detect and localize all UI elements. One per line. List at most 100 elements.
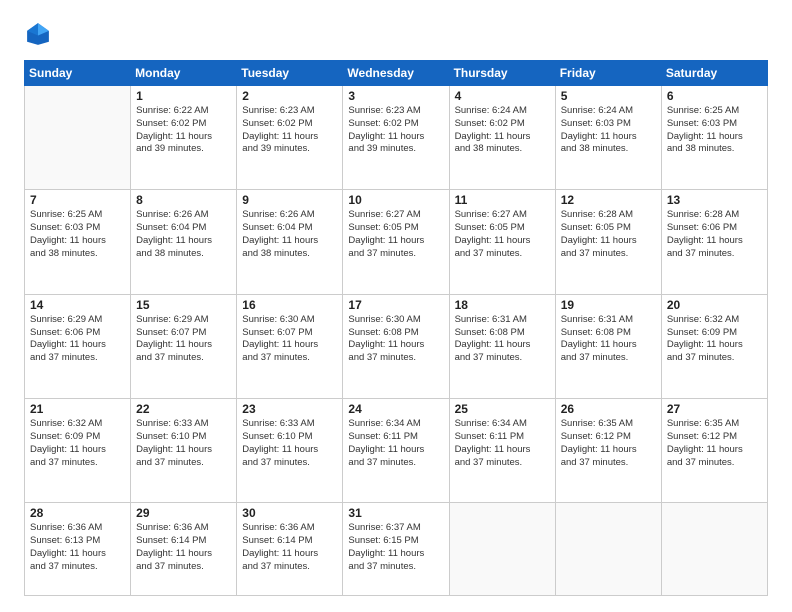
calendar-cell: 22Sunrise: 6:33 AM Sunset: 6:10 PM Dayli… [131, 399, 237, 503]
cell-text: Sunrise: 6:31 AM Sunset: 6:08 PM Dayligh… [561, 314, 656, 365]
calendar-day-header: Monday [131, 61, 237, 86]
calendar-cell: 5 Sunrise: 6:24 AM Sunset: 6:03 PM Daylig… [555, 86, 661, 190]
calendar-cell: 1 Sunrise: 6:22 AM Sunset: 6:02 PM Daylig… [131, 86, 237, 190]
calendar-cell: 11 Sunrise: 6:27 AM Sunset: 6:05 PM Dayli… [449, 190, 555, 294]
day-number: 17 [348, 298, 443, 312]
page: SundayMondayTuesdayWednesdayThursdayFrid… [0, 0, 792, 612]
calendar-cell: 14Sunrise: 6:29 AM Sunset: 6:06 PM Dayli… [25, 294, 131, 398]
day-number: 11 [455, 193, 550, 207]
calendar-cell [661, 503, 767, 596]
calendar-cell: 25 Sunrise: 6:34 AM Sunset: 6:11 PM Dayli… [449, 399, 555, 503]
calendar-cell: 24Sunrise: 6:34 AM Sunset: 6:11 PM Dayli… [343, 399, 449, 503]
calendar-day-header: Tuesday [237, 61, 343, 86]
cell-text: Sunrise: 6:36 AM Sunset: 6:13 PM Dayligh… [30, 522, 125, 573]
calendar-cell: 21Sunrise: 6:32 AM Sunset: 6:09 PM Dayli… [25, 399, 131, 503]
cell-text: Sunrise: 6:26 AM Sunset: 6:04 PM Dayligh… [242, 209, 337, 260]
cell-text: Sunrise: 6:31 AM Sunset: 6:08 PM Dayligh… [455, 314, 550, 365]
cell-text: Sunrise: 6:37 AM Sunset: 6:15 PM Dayligh… [348, 522, 443, 573]
day-number: 13 [667, 193, 762, 207]
calendar-cell: 29 Sunrise: 6:36 AM Sunset: 6:14 PM Dayli… [131, 503, 237, 596]
calendar-cell: 9 Sunrise: 6:26 AM Sunset: 6:04 PM Daylig… [237, 190, 343, 294]
cell-text: Sunrise: 6:32 AM Sunset: 6:09 PM Dayligh… [667, 314, 762, 365]
cell-text: Sunrise: 6:24 AM Sunset: 6:03 PM Dayligh… [561, 105, 656, 156]
calendar-cell: 18 Sunrise: 6:31 AM Sunset: 6:08 PM Dayli… [449, 294, 555, 398]
calendar-cell: 28 Sunrise: 6:36 AM Sunset: 6:13 PM Dayli… [25, 503, 131, 596]
header [24, 20, 768, 48]
day-number: 16 [242, 298, 337, 312]
day-number: 10 [348, 193, 443, 207]
cell-text: Sunrise: 6:33 AM Sunset: 6:10 PM Dayligh… [242, 418, 337, 469]
logo [24, 20, 56, 48]
cell-text: Sunrise: 6:34 AM Sunset: 6:11 PM Dayligh… [455, 418, 550, 469]
day-number: 19 [561, 298, 656, 312]
day-number: 25 [455, 402, 550, 416]
cell-text: Sunrise: 6:27 AM Sunset: 6:05 PM Dayligh… [455, 209, 550, 260]
day-number: 1 [136, 89, 231, 103]
calendar-cell: 27 Sunrise: 6:35 AM Sunset: 6:12 PM Dayli… [661, 399, 767, 503]
day-number: 6 [667, 89, 762, 103]
calendar-day-header: Thursday [449, 61, 555, 86]
calendar-cell: 17 Sunrise: 6:30 AM Sunset: 6:08 PM Dayli… [343, 294, 449, 398]
calendar-cell: 31 Sunrise: 6:37 AM Sunset: 6:15 PM Dayli… [343, 503, 449, 596]
day-number: 12 [561, 193, 656, 207]
calendar-cell: 7Sunrise: 6:25 AM Sunset: 6:03 PM Daylig… [25, 190, 131, 294]
cell-text: Sunrise: 6:36 AM Sunset: 6:14 PM Dayligh… [136, 522, 231, 573]
cell-text: Sunrise: 6:30 AM Sunset: 6:07 PM Dayligh… [242, 314, 337, 365]
calendar-cell: 10 Sunrise: 6:27 AM Sunset: 6:05 PM Dayli… [343, 190, 449, 294]
cell-text: Sunrise: 6:25 AM Sunset: 6:03 PM Dayligh… [30, 209, 125, 260]
calendar-week-row: 21Sunrise: 6:32 AM Sunset: 6:09 PM Dayli… [25, 399, 768, 503]
day-number: 27 [667, 402, 762, 416]
calendar-cell [25, 86, 131, 190]
calendar-cell: 3Sunrise: 6:23 AM Sunset: 6:02 PM Daylig… [343, 86, 449, 190]
day-number: 21 [30, 402, 125, 416]
calendar-cell [555, 503, 661, 596]
calendar-cell: 6 Sunrise: 6:25 AM Sunset: 6:03 PM Daylig… [661, 86, 767, 190]
cell-text: Sunrise: 6:26 AM Sunset: 6:04 PM Dayligh… [136, 209, 231, 260]
day-number: 5 [561, 89, 656, 103]
day-number: 3 [348, 89, 443, 103]
calendar-day-header: Sunday [25, 61, 131, 86]
cell-text: Sunrise: 6:34 AM Sunset: 6:11 PM Dayligh… [348, 418, 443, 469]
day-number: 20 [667, 298, 762, 312]
calendar-cell: 2 Sunrise: 6:23 AM Sunset: 6:02 PM Daylig… [237, 86, 343, 190]
calendar-day-header: Wednesday [343, 61, 449, 86]
calendar-cell: 13Sunrise: 6:28 AM Sunset: 6:06 PM Dayli… [661, 190, 767, 294]
logo-icon [24, 20, 52, 48]
calendar-day-header: Friday [555, 61, 661, 86]
calendar-cell: 19 Sunrise: 6:31 AM Sunset: 6:08 PM Dayli… [555, 294, 661, 398]
day-number: 14 [30, 298, 125, 312]
cell-text: Sunrise: 6:35 AM Sunset: 6:12 PM Dayligh… [667, 418, 762, 469]
cell-text: Sunrise: 6:36 AM Sunset: 6:14 PM Dayligh… [242, 522, 337, 573]
day-number: 23 [242, 402, 337, 416]
cell-text: Sunrise: 6:24 AM Sunset: 6:02 PM Dayligh… [455, 105, 550, 156]
day-number: 15 [136, 298, 231, 312]
day-number: 26 [561, 402, 656, 416]
day-number: 18 [455, 298, 550, 312]
cell-text: Sunrise: 6:29 AM Sunset: 6:07 PM Dayligh… [136, 314, 231, 365]
calendar-day-header: Saturday [661, 61, 767, 86]
day-number: 9 [242, 193, 337, 207]
day-number: 29 [136, 506, 231, 520]
cell-text: Sunrise: 6:25 AM Sunset: 6:03 PM Dayligh… [667, 105, 762, 156]
cell-text: Sunrise: 6:22 AM Sunset: 6:02 PM Dayligh… [136, 105, 231, 156]
calendar-table: SundayMondayTuesdayWednesdayThursdayFrid… [24, 60, 768, 596]
calendar-cell: 26 Sunrise: 6:35 AM Sunset: 6:12 PM Dayli… [555, 399, 661, 503]
calendar-cell [449, 503, 555, 596]
cell-text: Sunrise: 6:28 AM Sunset: 6:05 PM Dayligh… [561, 209, 656, 260]
calendar-cell: 4 Sunrise: 6:24 AM Sunset: 6:02 PM Daylig… [449, 86, 555, 190]
calendar-week-row: 14Sunrise: 6:29 AM Sunset: 6:06 PM Dayli… [25, 294, 768, 398]
cell-text: Sunrise: 6:27 AM Sunset: 6:05 PM Dayligh… [348, 209, 443, 260]
calendar-week-row: 1 Sunrise: 6:22 AM Sunset: 6:02 PM Daylig… [25, 86, 768, 190]
cell-text: Sunrise: 6:33 AM Sunset: 6:10 PM Dayligh… [136, 418, 231, 469]
day-number: 4 [455, 89, 550, 103]
day-number: 28 [30, 506, 125, 520]
calendar-cell: 30 Sunrise: 6:36 AM Sunset: 6:14 PM Dayli… [237, 503, 343, 596]
calendar-week-row: 28 Sunrise: 6:36 AM Sunset: 6:13 PM Dayli… [25, 503, 768, 596]
day-number: 30 [242, 506, 337, 520]
cell-text: Sunrise: 6:23 AM Sunset: 6:02 PM Dayligh… [242, 105, 337, 156]
cell-text: Sunrise: 6:35 AM Sunset: 6:12 PM Dayligh… [561, 418, 656, 469]
day-number: 31 [348, 506, 443, 520]
day-number: 2 [242, 89, 337, 103]
cell-text: Sunrise: 6:30 AM Sunset: 6:08 PM Dayligh… [348, 314, 443, 365]
calendar-cell: 20 Sunrise: 6:32 AM Sunset: 6:09 PM Dayli… [661, 294, 767, 398]
